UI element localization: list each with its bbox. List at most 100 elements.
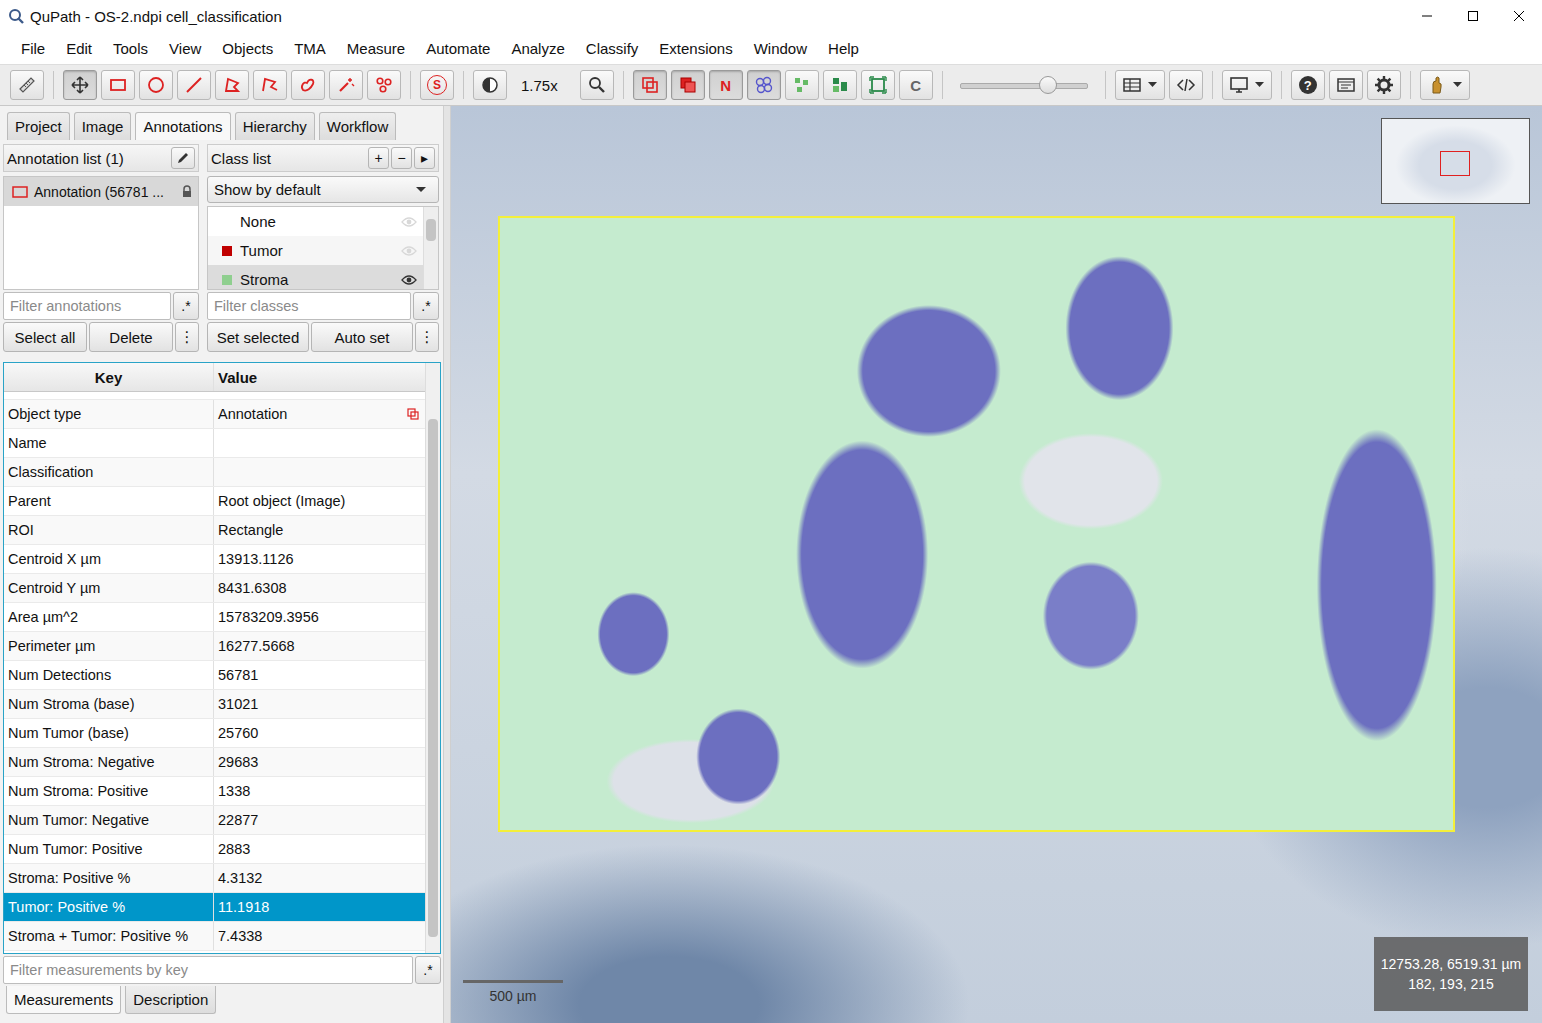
column-header[interactable]: Key [4, 363, 214, 391]
menu-item[interactable]: Measure [336, 40, 415, 57]
detections-button[interactable] [747, 70, 781, 100]
pixels-button[interactable] [823, 70, 857, 100]
menu-item[interactable]: Extensions [648, 40, 742, 57]
tab[interactable]: Project [7, 112, 70, 140]
column-header[interactable]: Value [214, 363, 425, 391]
grid-button[interactable] [861, 70, 895, 100]
edit-annotation-button[interactable] [171, 147, 195, 169]
scrollbar-thumb[interactable] [426, 219, 436, 241]
class-list-scrollbar[interactable] [423, 207, 438, 289]
table-row[interactable]: Num Stroma: Negative 29683 [4, 748, 425, 777]
table-row[interactable]: Num Detections 56781 [4, 661, 425, 690]
class-action-button[interactable]: Auto set [311, 322, 413, 352]
table-row[interactable]: Name [4, 429, 425, 458]
line-button[interactable] [177, 70, 211, 100]
contrast-button[interactable] [473, 70, 507, 100]
more-button[interactable]: ⋮ [175, 322, 199, 352]
menu-item[interactable]: Objects [211, 40, 283, 57]
menu-item[interactable]: View [158, 40, 211, 57]
class-item[interactable]: Stroma [208, 265, 423, 290]
splitter[interactable] [443, 106, 451, 1023]
extensions-button[interactable] [1420, 70, 1470, 100]
eye-icon[interactable] [401, 217, 417, 227]
maximize-button[interactable] [1450, 0, 1496, 32]
table-row[interactable]: Area µm^2 15783209.3956 [4, 603, 425, 632]
log-button[interactable] [1329, 70, 1363, 100]
menu-item[interactable]: Edit [55, 40, 102, 57]
names-button[interactable]: N [709, 70, 743, 100]
close-button[interactable] [1496, 0, 1542, 32]
regex-toggle[interactable]: .* [413, 292, 439, 320]
annotation-item[interactable]: Annotation (56781 ... [4, 177, 198, 206]
menu-item[interactable]: Help [817, 40, 869, 57]
display-button[interactable] [1222, 70, 1272, 100]
wand-button[interactable] [329, 70, 363, 100]
brush-button[interactable] [291, 70, 325, 100]
annotation-filter-field[interactable] [3, 292, 171, 320]
annotation-action-button[interactable]: Delete [89, 322, 173, 352]
menu-item[interactable]: File [10, 40, 55, 57]
fillannotations-button[interactable] [671, 70, 705, 100]
menu-item[interactable]: TMA [283, 40, 336, 57]
table-row[interactable]: Centroid X µm 13913.1126 [4, 545, 425, 574]
annotations-button[interactable] [633, 70, 667, 100]
menu-item[interactable]: Classify [575, 40, 649, 57]
points-button[interactable] [367, 70, 401, 100]
counting-button[interactable]: C [899, 70, 933, 100]
table-row[interactable]: Centroid Y µm 8431.6308 [4, 574, 425, 603]
class-visibility-dropdown[interactable]: Show by default [207, 176, 439, 203]
scrollbar-thumb[interactable] [428, 419, 438, 937]
table-button[interactable] [1115, 70, 1165, 100]
table-row[interactable]: Object type Annotation [4, 400, 425, 429]
polyline-button[interactable] [253, 70, 287, 100]
move-button[interactable] [63, 70, 97, 100]
table-row[interactable]: Tumor: Positive % 11.1918 [4, 893, 425, 922]
table-row[interactable]: ROI Rectangle [4, 516, 425, 545]
tab[interactable]: Workflow [319, 112, 396, 140]
tab[interactable]: Hierarchy [235, 112, 315, 140]
class-filter-field[interactable] [207, 292, 411, 320]
tab[interactable]: Description [125, 986, 216, 1014]
table-scrollbar[interactable] [425, 363, 440, 953]
class-header-button[interactable]: ▸ [414, 147, 435, 169]
tab[interactable]: Measurements [6, 986, 121, 1014]
slider-thumb[interactable] [1039, 76, 1057, 94]
table-row[interactable]: Num Tumor: Negative 22877 [4, 806, 425, 835]
rectangle-button[interactable] [101, 70, 135, 100]
table-row[interactable]: Parent Root object (Image) [4, 487, 425, 516]
measurement-filter-field[interactable] [3, 956, 413, 984]
measure-button[interactable] [10, 70, 44, 100]
regex-toggle[interactable]: .* [415, 956, 441, 984]
regex-toggle[interactable]: .* [173, 292, 199, 320]
menu-item[interactable]: Analyze [500, 40, 574, 57]
class-item[interactable]: None [208, 207, 423, 236]
class-header-button[interactable]: − [391, 147, 412, 169]
table-row[interactable]: Num Tumor: Positive 2883 [4, 835, 425, 864]
table-row[interactable]: Num Stroma: Positive 1338 [4, 777, 425, 806]
table-row[interactable]: Stroma + Tumor: Positive % 7.4338 [4, 922, 425, 951]
menu-item[interactable]: Tools [102, 40, 158, 57]
table-row[interactable]: Num Tumor (base) 25760 [4, 719, 425, 748]
polygon-button[interactable] [215, 70, 249, 100]
eye-icon[interactable] [401, 246, 417, 256]
class-item[interactable]: Tumor [208, 236, 423, 265]
zoomfit-button[interactable] [580, 70, 614, 100]
settings-button[interactable] [1367, 70, 1401, 100]
tab[interactable]: Image [74, 112, 132, 140]
overview-thumbnail[interactable] [1381, 118, 1530, 204]
ellipse-button[interactable] [139, 70, 173, 100]
selection-button[interactable]: S [420, 70, 454, 100]
class-action-button[interactable]: Set selected [207, 322, 309, 352]
class-header-button[interactable]: + [368, 147, 389, 169]
table-row[interactable]: Perimeter µm 16277.5668 [4, 632, 425, 661]
more-button[interactable]: ⋮ [415, 322, 439, 352]
filldetections-button[interactable] [785, 70, 819, 100]
help-button[interactable]: ? [1291, 70, 1325, 100]
annotation-action-button[interactable]: Select all [3, 322, 87, 352]
minimize-button[interactable] [1404, 0, 1450, 32]
tab[interactable]: Annotations [135, 112, 230, 140]
script-button[interactable] [1169, 70, 1203, 100]
eye-icon[interactable] [401, 275, 417, 285]
image-viewer[interactable]: 500 µm 12753.28, 6519.31 µm 182, 193, 21… [451, 106, 1542, 1023]
menu-item[interactable]: Automate [415, 40, 500, 57]
